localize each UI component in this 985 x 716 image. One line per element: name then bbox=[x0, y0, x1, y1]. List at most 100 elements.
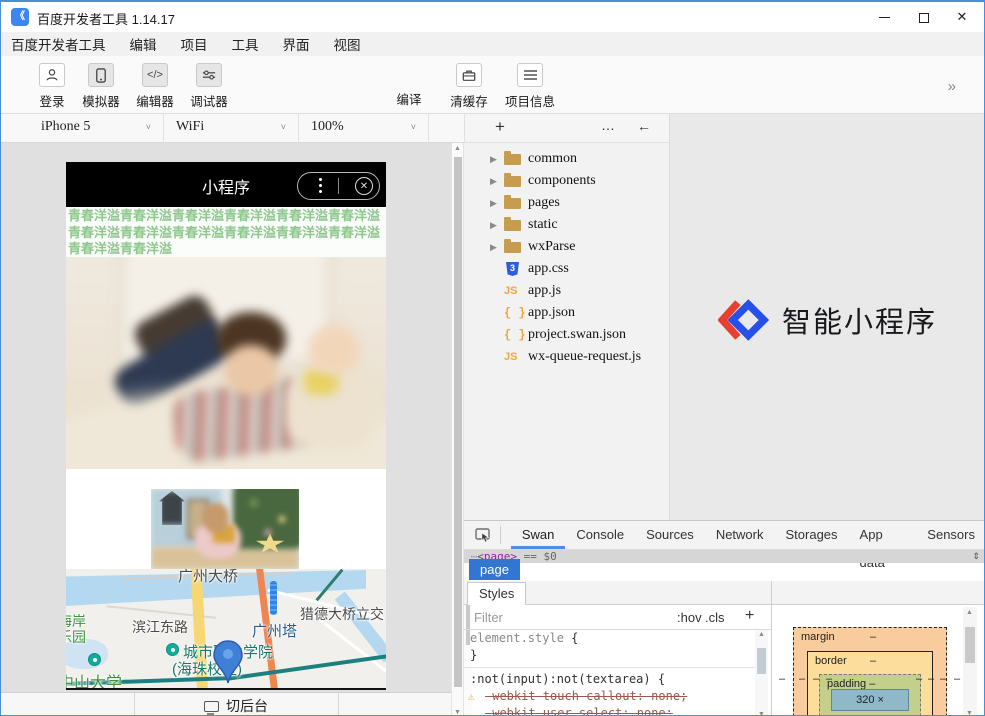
project-info-button[interactable]: 项目信息 bbox=[501, 63, 559, 110]
inspect-element-icon[interactable] bbox=[475, 526, 491, 544]
map-label: 中山大学 bbox=[66, 669, 122, 690]
rule-property[interactable]: ⚠-webkit-touch-callout: none; bbox=[464, 688, 756, 705]
tree-item-wxparse[interactable]: ▶wxParse bbox=[464, 236, 669, 258]
map-pin-icon bbox=[212, 639, 244, 685]
chevron-down-icon: ˅ bbox=[411, 122, 416, 132]
more-options-button[interactable]: … bbox=[601, 117, 616, 133]
tree-item-static[interactable]: ▶static bbox=[464, 214, 669, 236]
login-button[interactable]: 登录 bbox=[29, 63, 75, 110]
monitor-icon bbox=[204, 701, 219, 712]
photo-children[interactable] bbox=[66, 257, 386, 469]
tab-network[interactable]: Network bbox=[705, 521, 775, 549]
app-logo-icon: 《 bbox=[11, 8, 29, 26]
pseudo-state-toggle[interactable]: :hov bbox=[677, 610, 702, 625]
tree-item-wx-queue-request[interactable]: JSwx-queue-request.js bbox=[464, 346, 669, 368]
rule-property[interactable]: -webkit-user-select: none; bbox=[464, 705, 756, 716]
phone-screen: 小程序 ✕ 青春洋溢青春洋溢青春洋溢青春洋溢青春洋溢青春洋溢青春洋溢青春洋溢青春… bbox=[66, 162, 386, 690]
js-file-icon: JS bbox=[504, 349, 517, 365]
tree-item-app-css[interactable]: 3app.css bbox=[464, 258, 669, 280]
elements-breadcrumb[interactable]: ⋯<page> == $0 bbox=[464, 550, 985, 563]
scrollbar-thumb[interactable] bbox=[965, 627, 975, 663]
scroll-up-icon[interactable]: ▲ bbox=[964, 609, 975, 616]
device-select[interactable]: iPhone 5 ˅ bbox=[29, 114, 164, 143]
box-model-content[interactable]: 320 × 1255.860 bbox=[831, 689, 909, 711]
zoom-select[interactable]: 100% ˅ bbox=[299, 114, 429, 143]
poi-icon bbox=[88, 653, 101, 666]
map-label: 广州塔 bbox=[252, 620, 297, 641]
chevron-right-icon[interactable]: ▶ bbox=[490, 236, 497, 258]
scrollbar-thumb[interactable] bbox=[454, 157, 462, 687]
scroll-down-icon[interactable]: ▼ bbox=[452, 709, 463, 716]
editor-scrollbar[interactable]: ▲ ▼ bbox=[451, 143, 464, 716]
close-miniapp-icon[interactable]: ✕ bbox=[355, 177, 373, 195]
tree-item-common[interactable]: ▶common bbox=[464, 148, 669, 170]
box-model-margin[interactable]: margin – border – padding – 320 × 1255.8… bbox=[793, 627, 947, 716]
chevron-right-icon[interactable]: ▶ bbox=[490, 192, 497, 214]
rule-selector[interactable]: :not(input):not(textarea) { bbox=[464, 671, 756, 688]
class-toggle[interactable]: .cls bbox=[705, 610, 725, 625]
photo-christmas-girl[interactable] bbox=[151, 489, 299, 569]
tab-storages[interactable]: Storages bbox=[775, 521, 849, 549]
boxmodel-scrollbar[interactable]: ▲ ▼ bbox=[963, 607, 977, 716]
tab-console[interactable]: Console bbox=[565, 521, 635, 549]
styles-scrollbar[interactable]: ▲ ▼ bbox=[755, 630, 768, 716]
editor-icon: </> bbox=[142, 63, 168, 87]
tree-item-app-js[interactable]: JSapp.js bbox=[464, 280, 669, 302]
menu-interface[interactable]: 界面 bbox=[283, 34, 310, 54]
more-menu-icon[interactable] bbox=[319, 178, 322, 196]
switch-background-button[interactable]: 切后台 bbox=[134, 693, 338, 716]
minimize-button[interactable] bbox=[864, 2, 904, 32]
map-view[interactable]: 广州大桥 海岸 乐园 滨江东路 广州塔 猎德大桥立交 城市职业学院 (海珠校区)… bbox=[66, 569, 386, 690]
close-button[interactable]: ✕ bbox=[942, 2, 982, 32]
new-rule-button[interactable]: + bbox=[745, 607, 754, 625]
chevron-right-icon[interactable]: ▶ bbox=[490, 214, 497, 236]
briefcase-icon bbox=[456, 63, 482, 87]
simulator-toggle[interactable]: 模拟器 bbox=[75, 63, 127, 110]
chevron-right-icon[interactable]: ▶ bbox=[490, 148, 497, 170]
editor-toggle[interactable]: </> 编辑器 bbox=[129, 63, 181, 110]
toolbar-overflow-button[interactable]: » bbox=[948, 78, 956, 95]
menu-view[interactable]: 视图 bbox=[334, 34, 361, 54]
welcome-pane: 智能小程序 bbox=[669, 114, 985, 520]
network-select[interactable]: WiFi ˅ bbox=[164, 114, 299, 143]
scroll-down-icon[interactable]: ▼ bbox=[964, 710, 975, 716]
compile-button[interactable]: 编译 bbox=[383, 89, 435, 108]
add-file-button[interactable]: + bbox=[495, 117, 505, 137]
minimize-icon bbox=[879, 17, 890, 18]
menu-edit[interactable]: 编辑 bbox=[130, 34, 157, 54]
maximize-button[interactable] bbox=[904, 2, 944, 32]
filter-input[interactable]: Filter bbox=[474, 610, 503, 625]
tab-styles[interactable]: Styles bbox=[467, 582, 526, 605]
tab-swan[interactable]: Swan bbox=[511, 521, 566, 549]
simulator-footer: 切后台 bbox=[1, 692, 451, 716]
scrollbar-thumb[interactable] bbox=[757, 648, 766, 674]
toolbar: 登录 模拟器 </> 编辑器 调试器 普通编译 ˅ C 编译 清缓 bbox=[1, 56, 984, 114]
menu-app[interactable]: 百度开发者工具 bbox=[11, 34, 106, 54]
scroll-up-icon[interactable]: ▲ bbox=[452, 145, 463, 152]
box-model-padding[interactable]: padding – 320 × 1255.860 bbox=[819, 674, 921, 716]
chevron-down-icon: ˅ bbox=[146, 122, 151, 132]
map-label: 滨江东路 bbox=[132, 617, 188, 637]
debugger-icon bbox=[196, 63, 222, 87]
brand-logo: 智能小程序 bbox=[718, 297, 937, 343]
scroll-down-icon[interactable]: ▼ bbox=[756, 711, 767, 716]
chevron-right-icon[interactable]: ▶ bbox=[490, 170, 497, 192]
menu-project[interactable]: 项目 bbox=[181, 34, 208, 54]
tab-sources[interactable]: Sources bbox=[635, 521, 705, 549]
menu-tools[interactable]: 工具 bbox=[232, 34, 259, 54]
debugger-toggle[interactable]: 调试器 bbox=[183, 63, 235, 110]
resize-handle-icon[interactable]: ⇕ bbox=[972, 550, 980, 563]
hamburger-icon bbox=[517, 63, 543, 87]
tree-item-components[interactable]: ▶components bbox=[464, 170, 669, 192]
folder-icon bbox=[504, 220, 521, 231]
rule-close-brace: } bbox=[464, 647, 756, 664]
tree-item-pages[interactable]: ▶pages bbox=[464, 192, 669, 214]
tab-app-data[interactable]: App data bbox=[849, 521, 917, 549]
tree-item-app-json[interactable]: { }app.json bbox=[464, 302, 669, 324]
clear-cache-button[interactable]: 清缓存 bbox=[443, 63, 495, 110]
scroll-up-icon[interactable]: ▲ bbox=[756, 631, 767, 638]
rule-element-style[interactable]: element.style { bbox=[464, 630, 756, 647]
collapse-pane-button[interactable]: ← bbox=[637, 118, 651, 134]
tab-sensors[interactable]: Sensors bbox=[916, 521, 985, 549]
tree-item-project-swan-json[interactable]: { }project.swan.json bbox=[464, 324, 669, 346]
